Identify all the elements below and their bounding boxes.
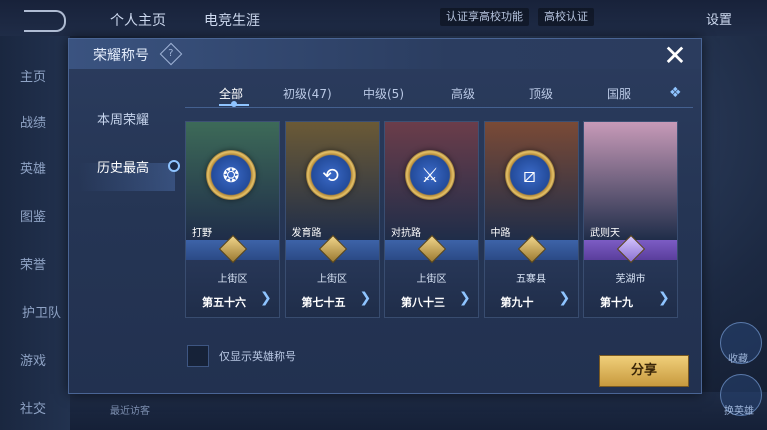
title-card[interactable]: 武则天 芜湖市 第十九 ❯ bbox=[583, 121, 678, 318]
card-rank: 第五十六 bbox=[202, 296, 246, 309]
card-rank: 第七十五 bbox=[301, 296, 346, 309]
collect-label: 收藏 bbox=[728, 354, 748, 365]
nav-item-record[interactable]: 战绩 bbox=[20, 112, 46, 131]
nav-item-guard[interactable]: 护卫队 bbox=[22, 302, 61, 321]
left-nav: 主页 战绩 英雄 图鉴 荣誉 护卫队 游戏 社交 bbox=[0, 36, 70, 430]
tab-advanced[interactable]: 高级 bbox=[451, 85, 475, 102]
tab-esports-career[interactable]: 电竞生涯 bbox=[204, 10, 260, 30]
nav-item-social[interactable]: 社交 bbox=[20, 398, 46, 417]
close-button[interactable]: ✕ bbox=[661, 42, 689, 71]
nav-item-game[interactable]: 游戏 bbox=[20, 350, 46, 369]
nav-item-home[interactable]: 主页 bbox=[20, 66, 46, 85]
card-region: 芜湖市 bbox=[615, 274, 646, 285]
side-tab-history-best[interactable]: 历史最高 bbox=[97, 157, 149, 176]
bottom-strip bbox=[70, 392, 767, 430]
emblem-glyph: ⟲ bbox=[322, 163, 339, 187]
emblem-glyph: ⧄ bbox=[523, 163, 536, 187]
chevron-right-icon[interactable]: ❯ bbox=[658, 290, 670, 306]
active-tab-indicator bbox=[168, 160, 180, 172]
category-divider bbox=[185, 107, 693, 108]
hero-title-only-checkbox[interactable] bbox=[187, 345, 209, 367]
card-region: 上街区 bbox=[317, 274, 347, 285]
tab-personal-home[interactable]: 个人主页 bbox=[110, 10, 166, 30]
switch-hero-label: 换英雄 bbox=[724, 406, 754, 417]
title-card[interactable]: ⧄ 中路 五寨县 第九十 ❯ bbox=[483, 121, 579, 318]
hero-portrait bbox=[584, 122, 677, 240]
tab-all[interactable]: 全部 bbox=[219, 85, 243, 102]
tab-intermediate[interactable]: 中级(5) bbox=[363, 85, 404, 102]
share-button[interactable]: 分享 bbox=[599, 355, 689, 387]
settings-button[interactable]: 设置 bbox=[706, 9, 732, 28]
chevron-right-icon[interactable]: ❯ bbox=[559, 290, 571, 306]
active-category-underline bbox=[219, 101, 249, 107]
title-card[interactable]: ⟲ 发育路 上街区 第七十五 ❯ bbox=[284, 121, 380, 318]
side-tab-weekly-honor[interactable]: 本周荣耀 bbox=[97, 109, 149, 128]
nav-item-hero[interactable]: 英雄 bbox=[20, 158, 46, 177]
hero-title-only-label: 仅显示英雄称号 bbox=[219, 350, 296, 363]
tab-national[interactable]: 国服 bbox=[607, 85, 631, 102]
back-icon[interactable] bbox=[24, 10, 66, 32]
nav-item-honor[interactable]: 荣誉 bbox=[20, 254, 46, 273]
emblem-glyph: ❂ bbox=[222, 163, 240, 187]
card-rank: 第八十三 bbox=[401, 296, 445, 309]
category-tabs: 全部 初级(47) 中级(5) 高级 顶级 国服 ❖ bbox=[185, 81, 693, 107]
more-tabs-icon[interactable]: ❖ bbox=[669, 85, 682, 101]
verify-prompt[interactable]: 认证享高校功能 bbox=[440, 8, 529, 26]
card-rank: 第十九 bbox=[600, 296, 633, 309]
title-card[interactable]: ⚔ 对抗路 上街区 第八十三 ❯ bbox=[384, 121, 479, 318]
card-role: 对抗路 bbox=[391, 228, 421, 239]
card-role: 发育路 bbox=[291, 228, 322, 239]
recent-visitors-label[interactable]: 最近访客 bbox=[110, 402, 150, 417]
card-region: 上街区 bbox=[416, 274, 447, 285]
nav-item-codex[interactable]: 图鉴 bbox=[20, 206, 46, 225]
chevron-right-icon[interactable]: ❯ bbox=[360, 290, 372, 306]
card-region: 五寨县 bbox=[516, 274, 546, 285]
emblem-glyph: ⚔ bbox=[421, 163, 439, 187]
campus-verify-button[interactable]: 高校认证 bbox=[538, 8, 594, 26]
title-card[interactable]: ❂ 打野 上街区 第五十六 ❯ bbox=[185, 121, 280, 318]
card-role: 武则天 bbox=[590, 228, 620, 239]
honor-title-modal: 荣耀称号 ? ✕ 本周荣耀 历史最高 全部 初级(47) 中级(5) 高级 顶级… bbox=[68, 38, 702, 394]
tab-beginner[interactable]: 初级(47) bbox=[283, 85, 332, 102]
modal-title: 荣耀称号 bbox=[93, 48, 149, 64]
card-region: 上街区 bbox=[217, 274, 248, 285]
tab-top[interactable]: 顶级 bbox=[529, 85, 553, 102]
card-rank: 第九十 bbox=[500, 296, 534, 309]
chevron-right-icon[interactable]: ❯ bbox=[260, 290, 272, 306]
chevron-right-icon[interactable]: ❯ bbox=[459, 290, 471, 306]
card-role: 中路 bbox=[490, 228, 511, 239]
card-role: 打野 bbox=[192, 228, 212, 239]
